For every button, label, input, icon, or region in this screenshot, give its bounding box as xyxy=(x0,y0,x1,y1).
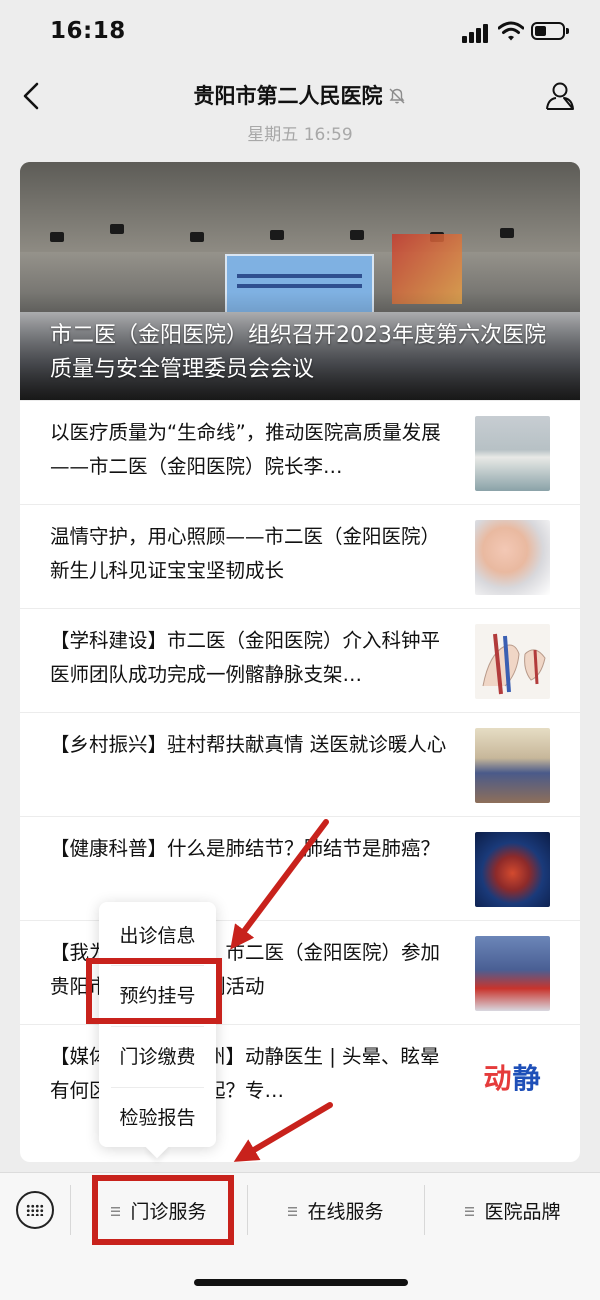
home-indicator xyxy=(194,1279,408,1286)
dongjing-logo: 动静 xyxy=(475,1040,550,1115)
tab-online-service[interactable]: 在线服务 xyxy=(249,1173,423,1251)
article-title: 【乡村振兴】驻村帮扶献真情 送医就诊暖人心 xyxy=(50,733,447,756)
status-bar: 16:18 xyxy=(0,0,600,66)
article-thumbnail xyxy=(475,936,550,1011)
menu-item-payment[interactable]: 门诊缴费 xyxy=(99,1028,216,1086)
keyboard-icon[interactable] xyxy=(16,1191,54,1229)
message-timestamp: 星期五 16:59 xyxy=(247,125,353,145)
wifi-icon xyxy=(498,21,524,41)
menu-lines-icon xyxy=(465,1207,475,1216)
article-title: 温情守护，用心照顾——市二医（金阳医院）新生儿科见证宝宝坚韧成长 xyxy=(50,525,441,582)
article-title: 【学科建设】市二医（金阳医院）介入科钟平医师团队成功完成一例髂静脉支架… xyxy=(50,629,441,686)
article-item[interactable]: 温情守护，用心照顾——市二医（金阳医院）新生儿科见证宝宝坚韧成长 xyxy=(20,504,580,609)
menu-item-clinic-info[interactable]: 出诊信息 xyxy=(99,907,216,965)
article-item[interactable]: 【乡村振兴】驻村帮扶献真情 送医就诊暖人心 xyxy=(20,712,580,817)
signal-icon xyxy=(462,23,490,43)
article-title: 以医疗质量为“生命线”，推动医院高质量发展——市二医（金阳医院）院长李… xyxy=(50,421,441,478)
article-item[interactable]: 【学科建设】市二医（金阳医院）介入科钟平医师团队成功完成一例髂静脉支架… xyxy=(20,608,580,713)
article-thumbnail xyxy=(475,416,550,491)
page-title-text: 贵阳市第二人民医院 xyxy=(193,84,383,108)
hero-caption: 市二医（金阳医院）组织召开2023年度第六次医院质量与安全管理委员会会议 xyxy=(50,323,546,382)
hero-image-ceiling xyxy=(20,162,580,252)
article-thumbnail xyxy=(475,832,550,907)
page-title: 贵阳市第二人民医院 xyxy=(0,80,600,110)
article-title: 【健康科普】什么是肺结节？肺结节是肺癌？ xyxy=(50,837,441,860)
outpatient-popup-menu: 出诊信息 预约挂号 门诊缴费 检验报告 xyxy=(99,902,216,1159)
profile-icon[interactable] xyxy=(544,80,576,112)
article-thumbnail xyxy=(475,520,550,595)
article-thumbnail xyxy=(475,728,550,803)
menu-lines-icon xyxy=(288,1207,298,1216)
highlight-box-appointment xyxy=(86,958,222,1024)
highlight-box-outpatient-tab xyxy=(92,1175,234,1245)
mute-bell-icon xyxy=(389,88,404,104)
status-time: 16:18 xyxy=(50,18,126,44)
menu-item-lab-report[interactable]: 检验报告 xyxy=(99,1089,216,1147)
hero-article[interactable]: 市二医（金阳医院）组织召开2023年度第六次医院质量与安全管理委员会会议 xyxy=(20,162,580,400)
article-thumbnail xyxy=(475,624,550,699)
article-item[interactable]: 以医疗质量为“生命线”，推动医院高质量发展——市二医（金阳医院）院长李… xyxy=(20,400,580,505)
nav-bar: 贵阳市第二人民医院 xyxy=(0,66,600,126)
tab-hospital-brand[interactable]: 医院品牌 xyxy=(426,1173,600,1251)
battery-icon xyxy=(531,22,569,40)
